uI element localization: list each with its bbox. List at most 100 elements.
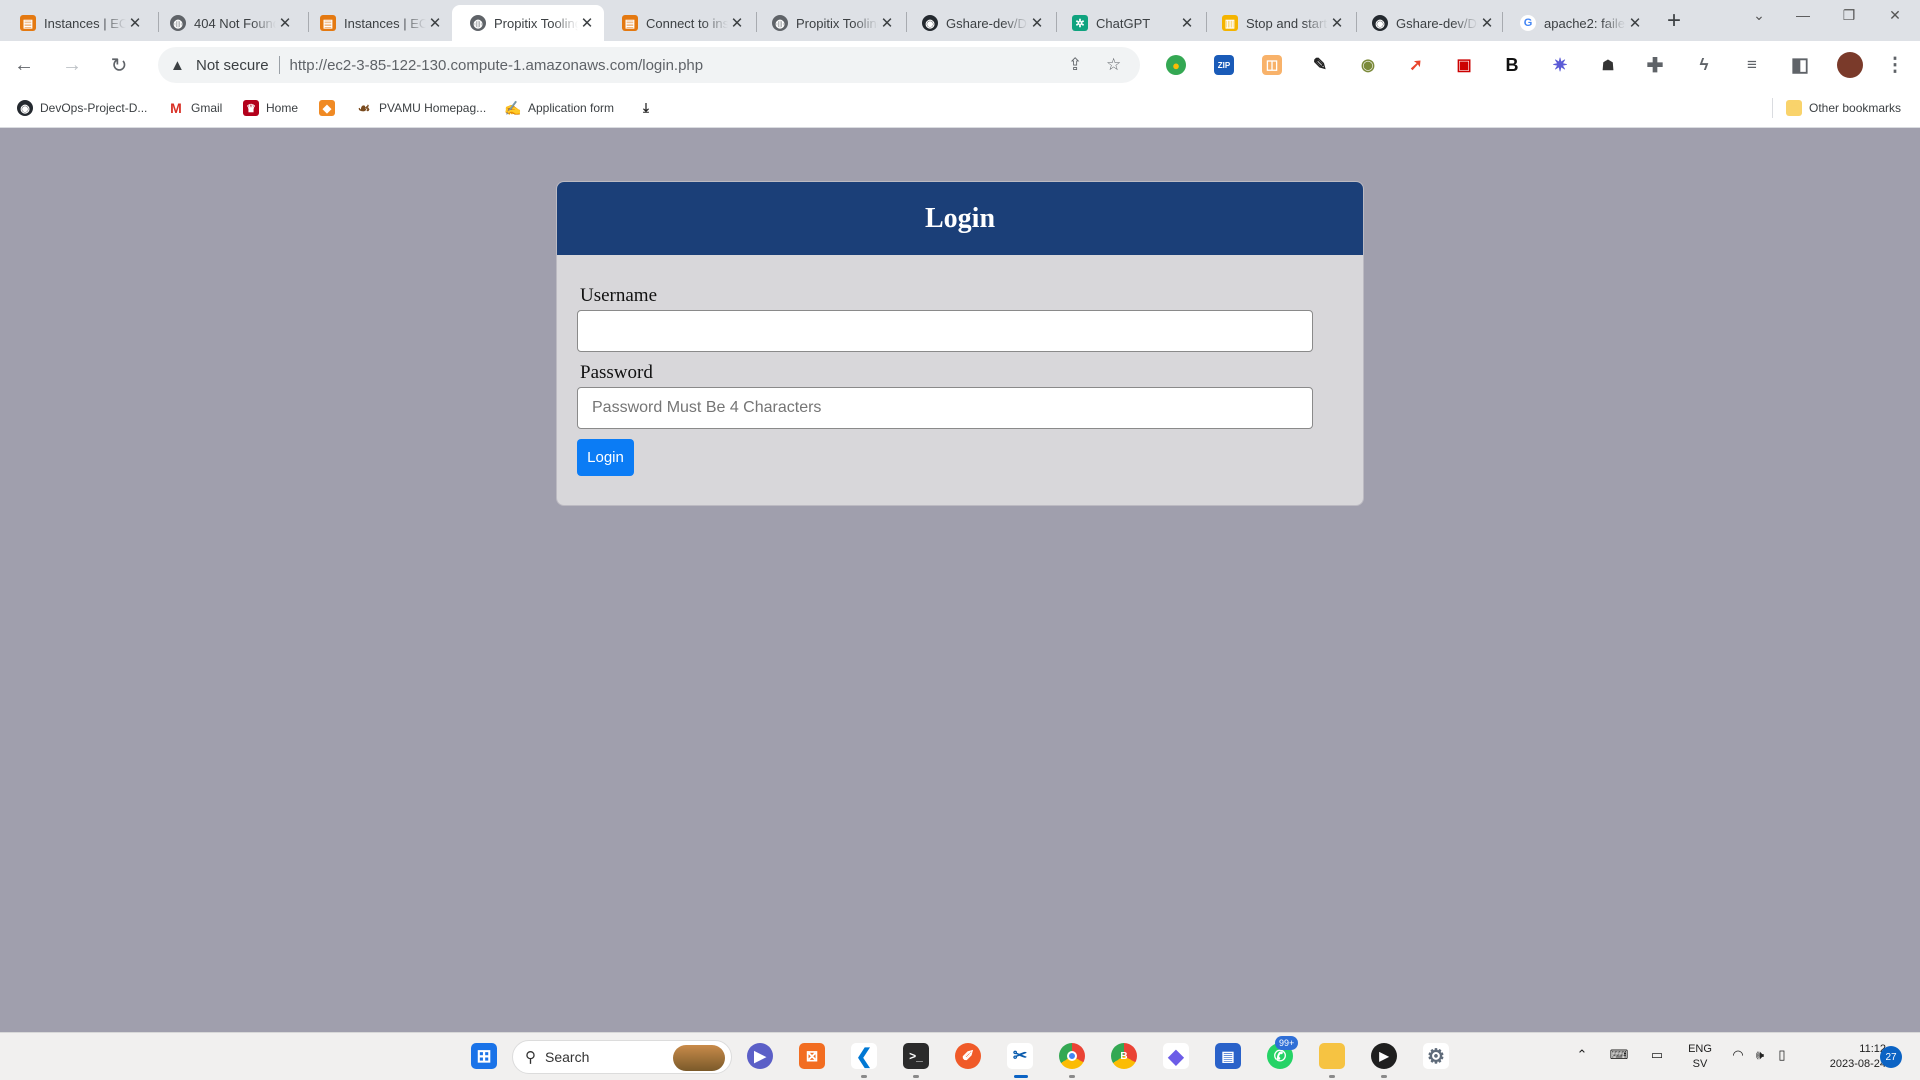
extension-orange-icon[interactable]: ◫ <box>1262 55 1282 75</box>
windows-start-icon[interactable]: ⊞ <box>471 1043 497 1069</box>
tab-title: Gshare-dev/DevOps <box>946 15 1028 31</box>
close-icon[interactable]: ✕ <box>276 14 294 32</box>
tab-title: Instances | EC2 <box>344 15 426 31</box>
close-icon[interactable]: ✕ <box>1626 14 1644 32</box>
vscode-icon[interactable]: ❮ <box>851 1043 877 1069</box>
language-indicator[interactable]: ENG SV <box>1682 1042 1718 1072</box>
bookmark-star-icon[interactable]: ☆ <box>1106 55 1121 75</box>
close-icon[interactable]: ✕ <box>878 14 896 32</box>
tab-gshare-dev-2[interactable]: ◉ Gshare-dev/DevOps ✕ <box>1354 5 1504 41</box>
media-player-icon[interactable]: ▶ <box>1371 1043 1397 1069</box>
tab-stop-and-start[interactable]: ▥ Stop and start ✕ <box>1204 5 1354 41</box>
tray-chevron-up-icon[interactable]: ⌃ <box>1572 1047 1592 1063</box>
forward-button[interactable]: → <box>56 49 88 81</box>
display-icon[interactable]: ▭ <box>1646 1047 1668 1063</box>
bookmark-box[interactable]: ◆ <box>319 98 342 118</box>
side-panel-icon[interactable]: ◧ <box>1790 55 1810 76</box>
tab-propitix-tooling-2[interactable]: ◍ Propitix Tooling ✕ <box>754 5 904 41</box>
bookmark-home[interactable]: ♛ Home <box>243 98 298 118</box>
close-icon[interactable]: ✕ <box>1328 14 1346 32</box>
extension-star-icon[interactable]: ✷ <box>1550 55 1570 75</box>
eyedropper-icon[interactable]: ✎ <box>1310 55 1330 75</box>
aws-icon: ▤ <box>622 15 638 31</box>
close-icon[interactable]: ✕ <box>578 14 596 32</box>
warning-icon[interactable]: ▲ <box>170 57 188 74</box>
bookmark-application-form[interactable]: ✍ Application form <box>504 98 614 118</box>
minimize-button[interactable]: — <box>1780 0 1826 30</box>
tab-instances-ec2-2[interactable]: ▤ Instances | EC2 ✕ <box>302 5 452 41</box>
bookmark-label: Gmail <box>191 101 223 115</box>
tab-gshare-dev-1[interactable]: ◉ Gshare-dev/DevOps ✕ <box>904 5 1054 41</box>
avatar[interactable] <box>1837 52 1863 78</box>
bookmark-pvamu-homepage[interactable]: ☙ PVAMU Homepag... <box>356 98 486 118</box>
github-icon: ◉ <box>17 100 33 116</box>
chrome-profile-icon[interactable]: B <box>1111 1043 1137 1069</box>
bold-b-extension-icon[interactable]: B <box>1502 55 1522 75</box>
share-icon[interactable]: ⇪ <box>1068 55 1082 75</box>
wifi-icon[interactable]: ◠ <box>1728 1047 1748 1063</box>
close-icon[interactable]: ✕ <box>1028 14 1046 32</box>
kebab-menu-icon[interactable]: ⋮ <box>1885 55 1905 76</box>
clock-time: 11:12 <box>1859 1043 1886 1055</box>
git-app-icon[interactable]: ◆ <box>1163 1043 1189 1069</box>
tab-propitix-tooling-active[interactable]: ◍ Propitix Tooling ✕ <box>452 5 604 41</box>
globe-icon: ◍ <box>170 15 186 31</box>
extension-round-icon[interactable]: ◉ <box>1358 55 1378 75</box>
teams-icon[interactable]: ▶ <box>747 1043 773 1069</box>
postman-icon[interactable]: ✐ <box>955 1043 981 1069</box>
extension-hat-icon[interactable]: ☗ <box>1598 55 1618 75</box>
google-icon: G <box>1520 15 1536 31</box>
keyboard-icon[interactable]: ⌨ <box>1608 1047 1630 1063</box>
terminal-icon[interactable]: >_ <box>903 1043 929 1069</box>
other-bookmarks[interactable]: ■ Other bookmarks <box>1786 98 1901 118</box>
performance-icon[interactable]: ϟ <box>1694 55 1714 75</box>
tab-search-chevron-icon[interactable]: ⌄ <box>1736 0 1782 30</box>
bookmark-gmail[interactable]: M Gmail <box>168 98 222 118</box>
extension-green-icon[interactable]: ● <box>1166 55 1186 75</box>
back-button[interactable]: ← <box>8 49 40 81</box>
volume-icon[interactable]: 🕪 <box>1750 1047 1770 1063</box>
taskbar-search[interactable]: ⚲ Search <box>512 1040 732 1074</box>
xampp-icon[interactable]: ⊠ <box>799 1043 825 1069</box>
zip-extension-icon[interactable]: ZIP <box>1214 55 1234 75</box>
battery-icon[interactable]: ▯ <box>1772 1047 1792 1063</box>
login-card: Login Username Password Login <box>556 181 1364 506</box>
clock[interactable]: 11:12 2023-08-24 <box>1806 1042 1886 1072</box>
reload-button[interactable]: ↻ <box>103 49 135 81</box>
tab-title: 404 Not Found <box>194 15 276 31</box>
username-input[interactable] <box>577 310 1313 352</box>
bookmark-download[interactable]: ⤓ <box>638 98 661 118</box>
pvamu-icon: ☙ <box>356 99 372 116</box>
close-window-button[interactable]: ✕ <box>1872 0 1918 30</box>
media-control-icon[interactable]: ≡ <box>1742 55 1762 75</box>
notepad-icon[interactable]: ▤ <box>1215 1043 1241 1069</box>
tab-404-not-found[interactable]: ◍ 404 Not Found ✕ <box>152 5 302 41</box>
close-icon[interactable]: ✕ <box>1478 14 1496 32</box>
tab-title: Propitix Tooling <box>494 15 578 31</box>
restore-button[interactable]: ❐ <box>1826 0 1872 30</box>
notification-badge[interactable]: 27 <box>1880 1046 1902 1068</box>
login-button[interactable]: Login <box>577 439 634 476</box>
tab-chatgpt[interactable]: ✲ ChatGPT ✕ <box>1054 5 1204 41</box>
browser-toolbar: ← → ↻ ▲ Not secure http://ec2-3-85-122-1… <box>0 41 1920 88</box>
bookmark-devops-project[interactable]: ◉ DevOps-Project-D... <box>17 98 147 118</box>
chrome-icon[interactable] <box>1059 1043 1085 1069</box>
snipping-tool-icon[interactable]: ✂ <box>1007 1043 1033 1069</box>
close-icon[interactable]: ✕ <box>126 14 144 32</box>
tab-instances-ec2-1[interactable]: ▤ Instances | EC2 ✕ <box>2 5 152 41</box>
file-explorer-icon[interactable]: ■ <box>1319 1043 1345 1069</box>
close-icon[interactable]: ✕ <box>1178 14 1196 32</box>
tab-connect-to-instance[interactable]: ▤ Connect to instance ✕ <box>604 5 754 41</box>
extensions-puzzle-icon[interactable]: ✚ <box>1645 55 1665 77</box>
extension-red-box-icon[interactable]: ▣ <box>1454 55 1474 75</box>
url-text[interactable]: http://ec2-3-85-122-130.compute-1.amazon… <box>290 57 704 74</box>
security-status[interactable]: Not secure <box>196 57 269 74</box>
password-input[interactable] <box>577 387 1313 429</box>
close-icon[interactable]: ✕ <box>728 14 746 32</box>
tab-apache2-failed[interactable]: G apache2: failed ✕ <box>1502 5 1652 41</box>
address-bar[interactable]: ▲ Not secure http://ec2-3-85-122-130.com… <box>158 47 1140 83</box>
close-icon[interactable]: ✕ <box>426 14 444 32</box>
extension-red-arrow-icon[interactable]: ➚ <box>1406 55 1426 75</box>
settings-gear-icon[interactable]: ⚙ <box>1423 1043 1449 1069</box>
new-tab-button[interactable]: + <box>1660 7 1688 35</box>
